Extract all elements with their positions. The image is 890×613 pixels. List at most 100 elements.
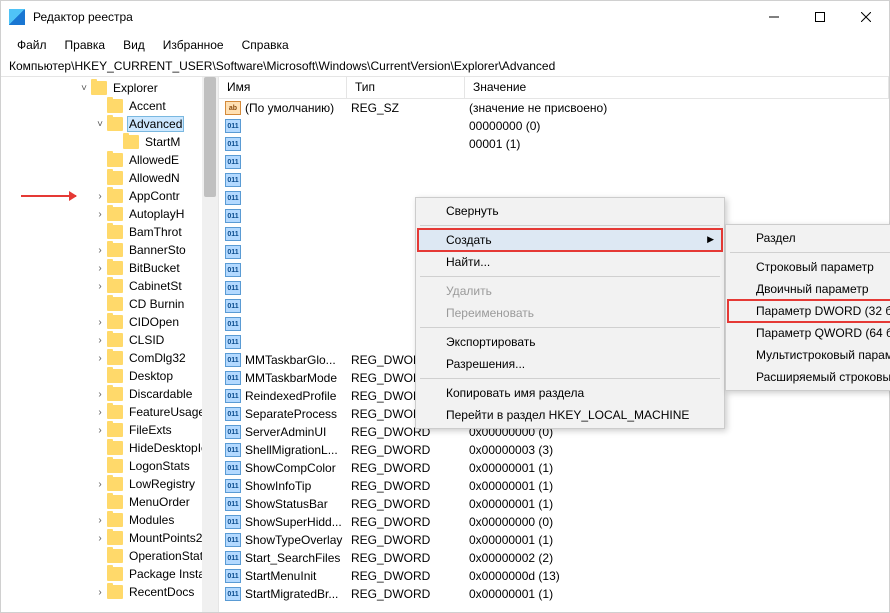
- maximize-button[interactable]: [797, 1, 843, 33]
- menu-item[interactable]: Разрешения...: [418, 353, 722, 375]
- column-name[interactable]: Имя: [219, 77, 347, 98]
- value-data: 00000000 (0): [467, 119, 889, 133]
- value-row[interactable]: 011ShellMigrationL...REG_DWORD0x00000003…: [219, 441, 889, 459]
- column-type[interactable]: Тип: [347, 77, 465, 98]
- menu-файл[interactable]: Файл: [9, 36, 55, 54]
- menu-item[interactable]: Двоичный параметр: [728, 278, 890, 300]
- tree-node[interactable]: ›CabinetSt: [1, 277, 218, 295]
- menu-item[interactable]: Мультистроковый параметр: [728, 344, 890, 366]
- tree-node[interactable]: ›Discardable: [1, 385, 218, 403]
- value-row[interactable]: 011ShowInfoTipREG_DWORD0x00000001 (1): [219, 477, 889, 495]
- tree-node[interactable]: ›RecentDocs: [1, 583, 218, 601]
- value-row[interactable]: 011StartMenuInitREG_DWORD0x0000000d (13): [219, 567, 889, 585]
- value-type: REG_DWORD: [349, 497, 467, 511]
- menu-item[interactable]: Параметр DWORD (32 бита)↖: [728, 300, 890, 322]
- value-row[interactable]: 011ShowSuperHidd...REG_DWORD0x00000000 (…: [219, 513, 889, 531]
- tree-twisty-icon[interactable]: ›: [93, 515, 107, 526]
- close-button[interactable]: [843, 1, 889, 33]
- tree-node[interactable]: ›FileExts: [1, 421, 218, 439]
- folder-icon: [107, 495, 123, 509]
- tree-node[interactable]: ›FeatureUsage: [1, 403, 218, 421]
- tree-node[interactable]: ˅Advanced: [1, 115, 218, 133]
- value-row[interactable]: 011Start_SearchFilesREG_DWORD0x00000002 …: [219, 549, 889, 567]
- tree-scrollbar[interactable]: [202, 77, 218, 612]
- tree-twisty-icon[interactable]: ›: [93, 533, 107, 544]
- menu-избранное[interactable]: Избранное: [155, 36, 232, 54]
- menu-item[interactable]: Расширяемый строковый параметр: [728, 366, 890, 388]
- tree-node[interactable]: ›LowRegistry: [1, 475, 218, 493]
- tree-node[interactable]: ›CIDOpen: [1, 313, 218, 331]
- tree-node[interactable]: HideDesktopIc: [1, 439, 218, 457]
- reg-string-icon: ab: [225, 101, 241, 115]
- tree-node[interactable]: OperationStat: [1, 547, 218, 565]
- context-menu: СвернутьСоздать▶Найти...УдалитьПереимено…: [415, 197, 725, 429]
- tree-twisty-icon[interactable]: ˅: [93, 119, 107, 130]
- folder-icon: [107, 513, 123, 527]
- tree-twisty-icon[interactable]: ›: [93, 317, 107, 328]
- tree-twisty-icon[interactable]: ›: [93, 191, 107, 202]
- tree-node[interactable]: ›ComDlg32: [1, 349, 218, 367]
- value-row[interactable]: 011ShowTypeOverlayREG_DWORD0x00000001 (1…: [219, 531, 889, 549]
- tree-label: AppContr: [127, 189, 182, 203]
- minimize-button[interactable]: [751, 1, 797, 33]
- reg-binary-icon: 011: [225, 245, 241, 259]
- folder-icon: [123, 135, 139, 149]
- menu-item[interactable]: Параметр QWORD (64 бита): [728, 322, 890, 344]
- tree-twisty-icon[interactable]: ›: [93, 263, 107, 274]
- scrollbar-thumb[interactable]: [204, 77, 216, 197]
- menu-item[interactable]: Экспортировать: [418, 331, 722, 353]
- menu-item[interactable]: Раздел: [728, 227, 890, 249]
- value-row[interactable]: 011: [219, 153, 889, 171]
- tree-node[interactable]: ›BannerSto: [1, 241, 218, 259]
- tree-twisty-icon[interactable]: ›: [93, 479, 107, 490]
- tree-node[interactable]: AllowedN: [1, 169, 218, 187]
- value-row[interactable]: 011ShowCompColorREG_DWORD0x00000001 (1): [219, 459, 889, 477]
- value-row[interactable]: ab(По умолчанию)REG_SZ(значение не присв…: [219, 99, 889, 117]
- value-row[interactable]: 01100000000 (0): [219, 117, 889, 135]
- tree-node[interactable]: CD Burnin: [1, 295, 218, 313]
- tree-node[interactable]: StartM: [1, 133, 218, 151]
- tree-node[interactable]: ›Modules: [1, 511, 218, 529]
- tree-node[interactable]: MenuOrder: [1, 493, 218, 511]
- tree-node[interactable]: ›CLSID: [1, 331, 218, 349]
- reg-binary-icon: 011: [225, 155, 241, 169]
- tree-node[interactable]: AllowedE: [1, 151, 218, 169]
- menu-item[interactable]: Копировать имя раздела: [418, 382, 722, 404]
- address-bar[interactable]: Компьютер\HKEY_CURRENT_USER\Software\Mic…: [1, 57, 889, 77]
- annotation-arrow: [21, 195, 76, 197]
- tree-node[interactable]: Desktop: [1, 367, 218, 385]
- tree-label: AutoplayH: [127, 207, 186, 221]
- tree-twisty-icon[interactable]: ›: [93, 425, 107, 436]
- tree-node[interactable]: LogonStats: [1, 457, 218, 475]
- menu-вид[interactable]: Вид: [115, 36, 153, 54]
- menu-item[interactable]: Свернуть: [418, 200, 722, 222]
- tree-twisty-icon[interactable]: ›: [93, 245, 107, 256]
- tree-label: AllowedN: [127, 171, 182, 185]
- tree-node[interactable]: BamThrot: [1, 223, 218, 241]
- tree-node[interactable]: ›BitBucket: [1, 259, 218, 277]
- tree-twisty-icon[interactable]: ›: [93, 281, 107, 292]
- menu-item[interactable]: Строковый параметр: [728, 256, 890, 278]
- column-value[interactable]: Значение: [465, 77, 889, 98]
- tree-twisty-icon[interactable]: ›: [93, 407, 107, 418]
- tree-twisty-icon[interactable]: ›: [93, 353, 107, 364]
- tree-twisty-icon[interactable]: ˅: [77, 83, 91, 94]
- menu-правка[interactable]: Правка: [57, 36, 114, 54]
- value-row[interactable]: 01100001 (1): [219, 135, 889, 153]
- menu-справка[interactable]: Справка: [234, 36, 297, 54]
- tree-node[interactable]: Package Instal: [1, 565, 218, 583]
- menu-item[interactable]: Создать▶: [418, 229, 722, 251]
- tree-node[interactable]: › AutoplayH: [1, 205, 218, 223]
- tree-node[interactable]: ›MountPoints2: [1, 529, 218, 547]
- value-row[interactable]: 011StartMigratedBr...REG_DWORD0x00000001…: [219, 585, 889, 603]
- tree-node[interactable]: ˅Explorer: [1, 79, 218, 97]
- tree-twisty-icon[interactable]: ›: [93, 389, 107, 400]
- value-row[interactable]: 011ShowStatusBarREG_DWORD0x00000001 (1): [219, 495, 889, 513]
- tree-twisty-icon[interactable]: ›: [93, 335, 107, 346]
- value-row[interactable]: 011: [219, 171, 889, 189]
- menu-item[interactable]: Перейти в раздел HKEY_LOCAL_MACHINE: [418, 404, 722, 426]
- tree-node[interactable]: Accent: [1, 97, 218, 115]
- tree-twisty-icon[interactable]: ›: [93, 209, 107, 220]
- tree-twisty-icon[interactable]: ›: [93, 587, 107, 598]
- menu-item[interactable]: Найти...: [418, 251, 722, 273]
